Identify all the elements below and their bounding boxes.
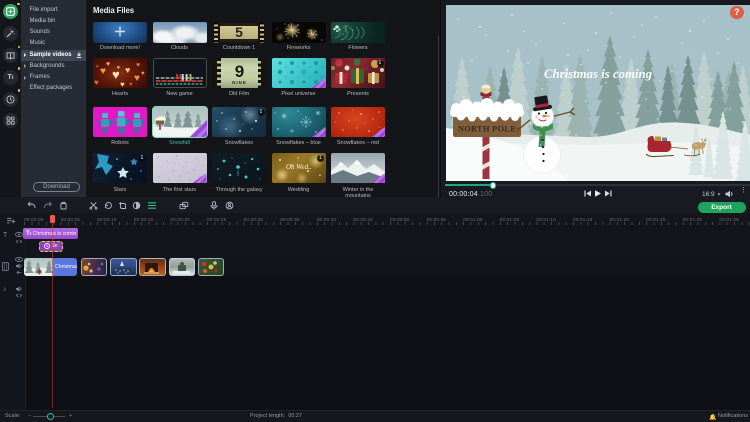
svg-text:♥: ♥ (125, 65, 130, 75)
svg-text:♥: ♥ (134, 73, 140, 84)
svg-text:♥: ♥ (117, 65, 120, 71)
svg-text:♥: ♥ (94, 78, 99, 87)
svg-text:Christmas is coming: Christmas is coming (544, 67, 653, 81)
svg-text:♥: ♥ (96, 64, 99, 70)
svg-text:♥: ♥ (120, 80, 125, 88)
svg-text:♥: ♥ (136, 62, 140, 69)
svg-text:NORTH POLE: NORTH POLE (458, 125, 516, 134)
svg-text:♥: ♥ (106, 61, 110, 68)
svg-text:On Wed..: On Wed.. (286, 163, 312, 171)
svg-text:♥: ♥ (141, 71, 145, 77)
svg-text:♥: ♥ (129, 82, 133, 88)
